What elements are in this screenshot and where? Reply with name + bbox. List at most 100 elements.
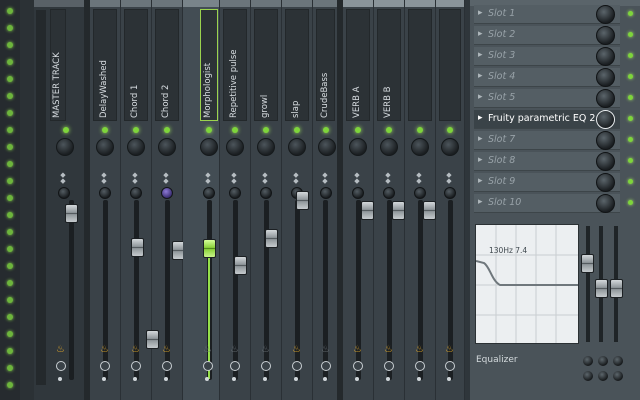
- slot-mix-knob[interactable]: [596, 131, 615, 150]
- slot-arrow-icon[interactable]: ▸: [478, 155, 483, 165]
- send-icon[interactable]: ♨: [384, 344, 393, 355]
- slot-arrow-icon[interactable]: ▸: [478, 29, 483, 39]
- send-icon[interactable]: ♨: [261, 344, 270, 355]
- track-led[interactable]: [7, 93, 13, 99]
- eq-freq-knob[interactable]: [598, 356, 608, 366]
- track-led[interactable]: [7, 229, 13, 235]
- slot-arrow-icon[interactable]: ▸: [478, 71, 483, 81]
- route-led[interactable]: [294, 127, 300, 133]
- stereo-knob[interactable]: [99, 187, 111, 199]
- slot-mix-knob[interactable]: [596, 89, 615, 108]
- slot-arrow-icon[interactable]: ▸: [478, 8, 483, 18]
- channel-morphologist[interactable]: Morphologist ◆ ◆ ♨: [183, 0, 220, 400]
- channel-crudebass[interactable]: CrudeBass ◆ ◆ ♨: [313, 0, 338, 400]
- slot-led[interactable]: [628, 137, 633, 142]
- send-knob[interactable]: [56, 361, 66, 371]
- route-dot[interactable]: [58, 377, 62, 381]
- track-led[interactable]: [7, 76, 13, 82]
- channel-insert[interactable]: ◆ ◆ ♨: [405, 0, 436, 400]
- route-dot[interactable]: [263, 377, 267, 381]
- track-led[interactable]: [7, 263, 13, 269]
- volume-fader[interactable]: [131, 238, 144, 257]
- send-knob[interactable]: [415, 361, 425, 371]
- stereo-arrows-icon[interactable]: ◆ ◆: [99, 172, 109, 185]
- pan-knob[interactable]: [411, 138, 429, 156]
- eq-freq-knob[interactable]: [583, 356, 593, 366]
- eq-graph[interactable]: [475, 224, 579, 344]
- volume-fader[interactable]: [65, 204, 78, 223]
- track-led[interactable]: [7, 280, 13, 286]
- send-icon[interactable]: ♨: [203, 344, 212, 355]
- slot-led[interactable]: [628, 158, 633, 163]
- channel-master[interactable]: MASTER TRACK ◆ ◆ ♨: [34, 0, 91, 400]
- slot-arrow-icon[interactable]: ▸: [478, 113, 483, 123]
- pan-knob[interactable]: [200, 138, 218, 156]
- eq-band-fader[interactable]: [581, 254, 594, 273]
- pan-knob[interactable]: [288, 138, 306, 156]
- track-led[interactable]: [7, 331, 13, 337]
- stereo-knob[interactable]: [320, 187, 332, 199]
- slot-led[interactable]: [628, 53, 633, 58]
- send-knob[interactable]: [203, 361, 213, 371]
- stereo-knob[interactable]: [352, 187, 364, 199]
- route-dot[interactable]: [232, 377, 236, 381]
- stereo-arrows-icon[interactable]: ◆ ◆: [58, 172, 68, 185]
- stereo-arrows-icon[interactable]: ◆ ◆: [260, 172, 270, 185]
- send-knob[interactable]: [131, 361, 141, 371]
- channel-verb-b[interactable]: VERB B ◆ ◆ ♨: [374, 0, 405, 400]
- stereo-arrows-icon[interactable]: ◆ ◆: [320, 172, 330, 185]
- route-dot[interactable]: [447, 377, 451, 381]
- track-led[interactable]: [7, 382, 13, 388]
- route-led[interactable]: [323, 127, 329, 133]
- volume-fader[interactable]: [146, 330, 159, 349]
- send-icon[interactable]: ♨: [56, 344, 65, 355]
- track-led[interactable]: [7, 127, 13, 133]
- slot-arrow-icon[interactable]: ▸: [478, 92, 483, 102]
- send-knob[interactable]: [353, 361, 363, 371]
- eq-bw-knob[interactable]: [613, 371, 623, 381]
- slot-mix-knob[interactable]: [596, 110, 615, 129]
- stereo-knob[interactable]: [383, 187, 395, 199]
- track-led[interactable]: [7, 178, 13, 184]
- stereo-arrows-icon[interactable]: ◆ ◆: [383, 172, 393, 185]
- pan-knob[interactable]: [158, 138, 176, 156]
- stereo-knob[interactable]: [161, 187, 173, 199]
- pan-knob[interactable]: [127, 138, 145, 156]
- volume-fader[interactable]: [361, 201, 374, 220]
- slot-led[interactable]: [628, 179, 633, 184]
- volume-fader[interactable]: [296, 191, 309, 210]
- slot-led[interactable]: [628, 95, 633, 100]
- track-led[interactable]: [7, 110, 13, 116]
- send-icon[interactable]: ♨: [353, 344, 362, 355]
- route-led[interactable]: [206, 127, 212, 133]
- pan-knob[interactable]: [257, 138, 275, 156]
- stereo-knob[interactable]: [58, 187, 70, 199]
- route-led[interactable]: [63, 127, 69, 133]
- stereo-knob[interactable]: [130, 187, 142, 199]
- route-dot[interactable]: [205, 377, 209, 381]
- slot-mix-knob[interactable]: [596, 5, 615, 24]
- track-led[interactable]: [7, 59, 13, 65]
- volume-fader[interactable]: [234, 256, 247, 275]
- send-icon[interactable]: ♨: [100, 344, 109, 355]
- stereo-knob[interactable]: [260, 187, 272, 199]
- send-icon[interactable]: ♨: [321, 344, 330, 355]
- send-knob[interactable]: [384, 361, 394, 371]
- slot-mix-knob[interactable]: [596, 173, 615, 192]
- stereo-arrows-icon[interactable]: ◆ ◆: [291, 172, 301, 185]
- stereo-knob[interactable]: [229, 187, 241, 199]
- route-led[interactable]: [133, 127, 139, 133]
- stereo-arrows-icon[interactable]: ◆ ◆: [130, 172, 140, 185]
- track-led[interactable]: [7, 8, 13, 14]
- route-dot[interactable]: [164, 377, 168, 381]
- eq-bw-knob[interactable]: [583, 371, 593, 381]
- stereo-arrows-icon[interactable]: ◆ ◆: [414, 172, 424, 185]
- volume-fader[interactable]: [392, 201, 405, 220]
- channel-repetitive-pulse[interactable]: Repetitive pulse ◆ ◆ ♨: [220, 0, 251, 400]
- slot-mix-knob[interactable]: [596, 152, 615, 171]
- send-knob[interactable]: [162, 361, 172, 371]
- pan-knob[interactable]: [318, 138, 336, 156]
- pan-knob[interactable]: [96, 138, 114, 156]
- slot-led[interactable]: [628, 116, 633, 121]
- track-led[interactable]: [7, 365, 13, 371]
